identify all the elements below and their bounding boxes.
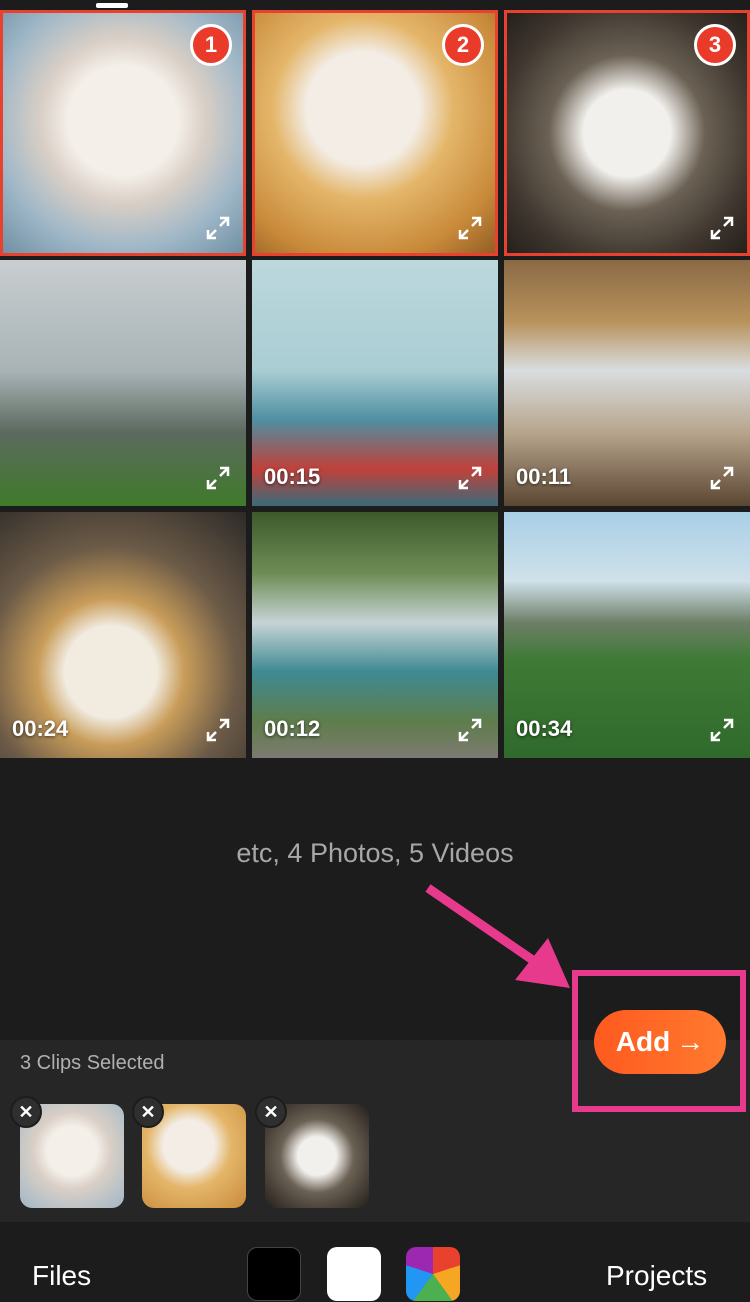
expand-icon[interactable] <box>456 214 484 242</box>
bottom-bar: Files Projects <box>0 1222 750 1302</box>
remove-clip-icon[interactable]: ✕ <box>255 1096 287 1128</box>
files-tab[interactable]: Files <box>32 1260 91 1292</box>
projects-tab[interactable]: Projects <box>606 1260 707 1292</box>
annotation-highlight-box <box>572 970 746 1112</box>
selection-order-badge: 2 <box>442 24 484 66</box>
expand-icon[interactable] <box>708 464 736 492</box>
scroll-indicator <box>96 3 128 8</box>
clips-selected-label: 3 Clips Selected <box>20 1052 165 1074</box>
color-palette-swatch[interactable] <box>406 1247 460 1301</box>
selection-order-badge: 1 <box>190 24 232 66</box>
remove-clip-icon[interactable]: ✕ <box>10 1096 42 1128</box>
expand-icon[interactable] <box>204 464 232 492</box>
media-picker-screen: 1 2 3 00:15 00:11 00:24 00:12 00:34 etc,… <box>0 0 750 1302</box>
expand-icon[interactable] <box>708 214 736 242</box>
media-tile-9[interactable]: 00:34 <box>504 512 750 758</box>
media-tile-5[interactable]: 00:15 <box>252 260 498 506</box>
video-duration: 00:11 <box>516 464 572 489</box>
media-tile-6[interactable]: 00:11 <box>504 260 750 506</box>
media-tile-4[interactable] <box>0 260 246 506</box>
white-background-swatch[interactable] <box>327 1247 381 1301</box>
annotation-arrow <box>425 884 570 988</box>
video-duration: 00:24 <box>12 716 69 741</box>
media-tile-1[interactable]: 1 <box>0 10 246 256</box>
expand-icon[interactable] <box>708 716 736 744</box>
black-background-swatch[interactable] <box>247 1247 301 1301</box>
media-grid: 1 2 3 00:15 00:11 00:24 00:12 00:34 <box>0 10 750 760</box>
media-tile-3[interactable]: 3 <box>504 10 750 256</box>
media-tile-7[interactable]: 00:24 <box>0 512 246 758</box>
selection-order-badge: 3 <box>694 24 736 66</box>
video-duration: 00:15 <box>264 464 321 489</box>
remove-clip-icon[interactable]: ✕ <box>132 1096 164 1128</box>
video-duration: 00:34 <box>516 716 573 741</box>
expand-icon[interactable] <box>204 214 232 242</box>
media-count-summary: etc, 4 Photos, 5 Videos <box>236 838 514 868</box>
expand-icon[interactable] <box>456 464 484 492</box>
expand-icon[interactable] <box>456 716 484 744</box>
video-duration: 00:12 <box>264 716 321 741</box>
expand-icon[interactable] <box>204 716 232 744</box>
media-tile-8[interactable]: 00:12 <box>252 512 498 758</box>
media-tile-2[interactable]: 2 <box>252 10 498 256</box>
